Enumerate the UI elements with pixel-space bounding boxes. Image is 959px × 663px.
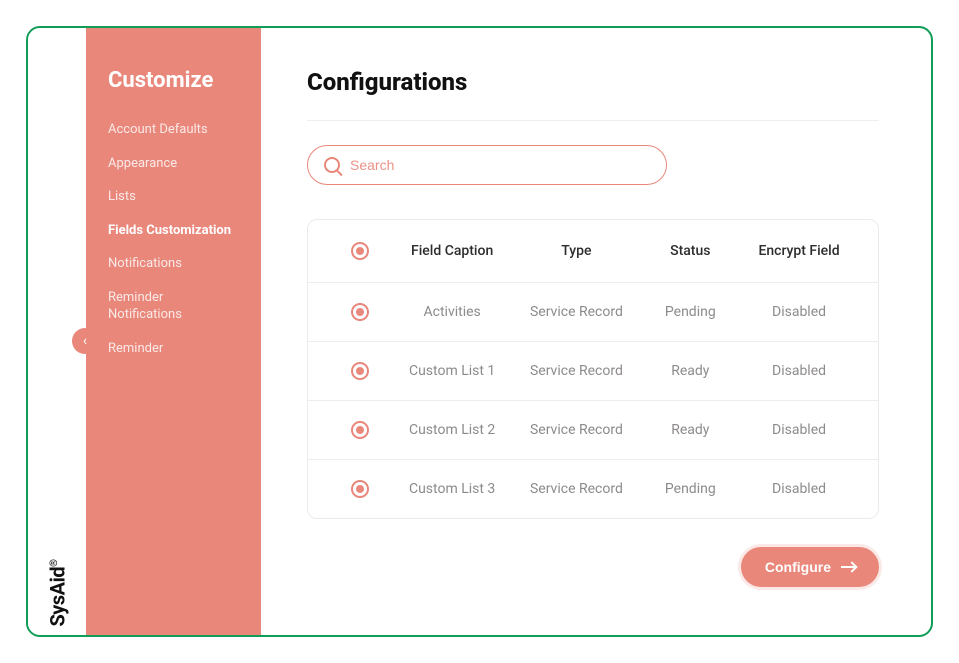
select-all-radio[interactable]	[351, 242, 369, 260]
page-title: Configurations	[307, 68, 879, 96]
sidebar: ‹ Customize Account Defaults Appearance …	[86, 28, 261, 635]
fields-table: Field Caption Type Status Encrypt Field …	[307, 219, 879, 519]
sidebar-item-appearance[interactable]: Appearance	[108, 147, 239, 181]
cell-type: Service Record	[514, 363, 638, 379]
table-row[interactable]: Custom List 1 Service Record Ready Disab…	[308, 342, 878, 401]
row-radio[interactable]	[351, 303, 369, 321]
row-select-cell	[330, 303, 390, 321]
cell-status: Ready	[639, 363, 743, 379]
cell-encrypt: Disabled	[742, 304, 856, 320]
sidebar-item-label: Notifications	[108, 256, 182, 271]
table-row[interactable]: Activities Service Record Pending Disabl…	[308, 283, 878, 342]
row-radio[interactable]	[351, 480, 369, 498]
cell-status: Ready	[639, 422, 743, 438]
main-content: Configurations Field Caption Type Status…	[261, 28, 931, 635]
table-row[interactable]: Custom List 3 Service Record Pending Dis…	[308, 460, 878, 518]
radio-dot-icon	[356, 426, 364, 434]
sidebar-items: Account Defaults Appearance Lists Fields…	[108, 113, 239, 365]
cell-encrypt: Disabled	[742, 422, 856, 438]
sidebar-item-label: Lists	[108, 189, 136, 204]
sidebar-item-label: Reminder	[108, 341, 163, 356]
sidebar-item-reminder-notifications[interactable]: Reminder Notifications	[108, 281, 239, 332]
row-radio[interactable]	[351, 421, 369, 439]
search-icon	[324, 157, 340, 173]
sidebar-title: Customize	[108, 68, 239, 93]
cell-caption: Custom List 1	[390, 363, 514, 379]
brand-logo: SysAid®	[45, 559, 69, 626]
sidebar-item-notifications[interactable]: Notifications	[108, 247, 239, 281]
radio-dot-icon	[356, 367, 364, 375]
cell-encrypt: Disabled	[742, 363, 856, 379]
row-select-cell	[330, 362, 390, 380]
cell-caption: Custom List 2	[390, 422, 514, 438]
brand-mark: ®	[48, 559, 59, 566]
configure-button[interactable]: Configure	[741, 547, 879, 587]
sidebar-item-label: Account Defaults	[108, 122, 208, 137]
sidebar-item-lists[interactable]: Lists	[108, 180, 239, 214]
app-frame: SysAid® ‹ Customize Account Defaults App…	[26, 26, 933, 637]
sidebar-item-label: Reminder Notifications	[108, 290, 182, 323]
sidebar-item-account-defaults[interactable]: Account Defaults	[108, 113, 239, 147]
sidebar-item-label: Appearance	[108, 156, 177, 171]
radio-dot-icon	[356, 247, 364, 255]
col-encrypt: Encrypt Field	[742, 243, 856, 259]
row-radio[interactable]	[351, 362, 369, 380]
sidebar-collapse-button[interactable]: ‹	[72, 328, 98, 354]
cell-status: Pending	[639, 304, 743, 320]
cell-type: Service Record	[514, 422, 638, 438]
arrow-right-icon	[841, 566, 855, 568]
configure-button-label: Configure	[765, 559, 831, 575]
table-row[interactable]: Custom List 2 Service Record Ready Disab…	[308, 401, 878, 460]
row-select-cell	[330, 421, 390, 439]
sidebar-item-label: Fields Customization	[108, 223, 231, 238]
sidebar-item-reminder[interactable]: Reminder	[108, 332, 239, 366]
brand-name: SysAid	[45, 567, 69, 627]
cell-status: Pending	[639, 481, 743, 497]
cell-caption: Custom List 3	[390, 481, 514, 497]
select-all-cell	[330, 242, 390, 260]
search-input[interactable]	[350, 157, 650, 173]
cell-type: Service Record	[514, 304, 638, 320]
radio-dot-icon	[356, 308, 364, 316]
sidebar-item-fields-customization[interactable]: Fields Customization	[108, 214, 239, 248]
col-field-caption: Field Caption	[390, 243, 514, 259]
footer-actions: Configure	[307, 547, 879, 587]
table-header-row: Field Caption Type Status Encrypt Field	[308, 220, 878, 283]
cell-type: Service Record	[514, 481, 638, 497]
cell-encrypt: Disabled	[742, 481, 856, 497]
cell-caption: Activities	[390, 304, 514, 320]
chevron-left-icon: ‹	[83, 333, 87, 349]
col-status: Status	[639, 243, 743, 259]
title-divider	[307, 120, 879, 121]
search-field[interactable]	[307, 145, 667, 185]
radio-dot-icon	[356, 485, 364, 493]
row-select-cell	[330, 480, 390, 498]
col-type: Type	[514, 243, 638, 259]
